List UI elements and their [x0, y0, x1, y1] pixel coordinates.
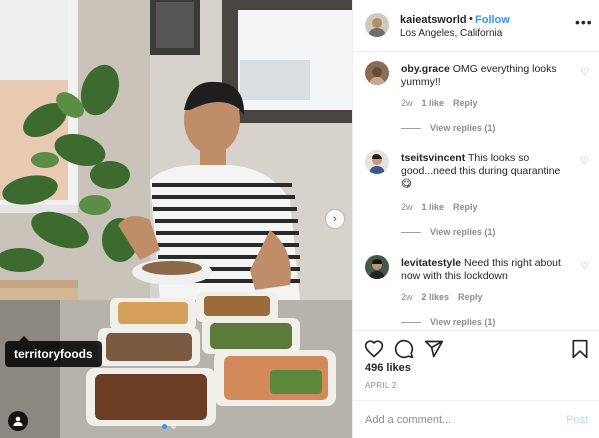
comment-like-heart-icon[interactable]: ♡ — [580, 156, 589, 167]
post-sidebar: kaieatsworld • Follow Los Angeles, Calif… — [352, 0, 599, 438]
commenter-avatar[interactable] — [365, 150, 389, 174]
comment-meta: 2w 1 like Reply — [401, 202, 478, 212]
comment-like-heart-icon[interactable]: ♡ — [580, 261, 589, 272]
comment-time[interactable]: 2w — [401, 292, 413, 302]
comment-icon[interactable] — [394, 339, 414, 359]
comment-time[interactable]: 2w — [401, 202, 413, 212]
header-separator: • — [469, 13, 473, 25]
comment-meta: 2w 1 like Reply — [401, 98, 478, 108]
commenter-avatar[interactable] — [365, 255, 389, 279]
view-replies-button[interactable]: View replies (1) — [401, 123, 495, 133]
comment-meta: 2w 2 likes Reply — [401, 292, 483, 302]
comment-reply-button[interactable]: Reply — [453, 98, 478, 108]
comment-reply-button[interactable]: Reply — [458, 292, 483, 302]
comment-time[interactable]: 2w — [401, 98, 413, 108]
product-tag-label: territoryfoods — [14, 347, 93, 361]
commenter-avatar[interactable] — [365, 61, 389, 85]
carousel-dot-active — [162, 424, 167, 429]
author-username[interactable]: kaieatsworld — [400, 14, 467, 26]
post-photo[interactable]: › territoryfoods — [0, 0, 352, 438]
comment-like-heart-icon[interactable]: ♡ — [580, 67, 589, 78]
bookmark-icon[interactable] — [570, 339, 590, 359]
comment-like-count[interactable]: 1 like — [422, 202, 445, 212]
view-replies-label: View replies (1) — [430, 123, 496, 133]
follow-button[interactable]: Follow — [475, 14, 510, 26]
comment-body: levitatestyle Need this right about now … — [401, 257, 569, 283]
replies-divider — [401, 231, 421, 233]
user-tag-button[interactable] — [8, 411, 28, 431]
post-comment-button[interactable]: Post — [566, 414, 588, 426]
carousel-next-button[interactable]: › — [326, 210, 344, 228]
comment-reply-button[interactable]: Reply — [453, 202, 478, 212]
add-comment-input[interactable] — [365, 411, 550, 429]
carousel-dot — [171, 424, 176, 429]
view-replies-label: View replies (1) — [430, 317, 496, 327]
replies-divider — [401, 321, 421, 323]
comment-like-count[interactable]: 1 like — [422, 98, 445, 108]
comment-body: oby.grace OMG everything looks yummy!! — [401, 63, 569, 89]
add-comment-bar: Post — [353, 400, 599, 438]
comment-username[interactable]: oby.grace — [401, 63, 450, 75]
post-image — [0, 0, 352, 438]
post-location[interactable]: Los Angeles, California — [400, 28, 502, 39]
view-replies-button[interactable]: View replies (1) — [401, 317, 495, 327]
chevron-right-icon: › — [333, 212, 337, 225]
view-replies-button[interactable]: View replies (1) — [401, 227, 495, 237]
comment-username[interactable]: tseitsvincent — [401, 152, 465, 164]
comment-like-count[interactable]: 2 likes — [422, 292, 450, 302]
comment-body: tseitsvincent This looks so good...need … — [401, 152, 569, 191]
share-icon[interactable] — [424, 339, 444, 359]
product-tag[interactable]: territoryfoods — [5, 336, 102, 367]
likes-count[interactable]: 496 likes — [365, 362, 411, 374]
user-tag-icon — [13, 416, 23, 426]
heart-icon[interactable] — [364, 339, 384, 359]
post-header: kaieatsworld • Follow Los Angeles, Calif… — [353, 0, 599, 52]
comment-username[interactable]: levitatestyle — [401, 257, 461, 269]
view-replies-label: View replies (1) — [430, 227, 496, 237]
yum-emoji-icon: 😋 — [401, 178, 412, 190]
carousel-indicator — [162, 424, 176, 429]
author-avatar[interactable] — [365, 13, 389, 37]
more-options-icon[interactable]: ••• — [575, 14, 593, 30]
post-date[interactable]: APRIL 2 — [365, 381, 397, 390]
replies-divider — [401, 127, 421, 129]
comments-list[interactable]: oby.grace OMG everything looks yummy!! ♡… — [353, 53, 599, 330]
